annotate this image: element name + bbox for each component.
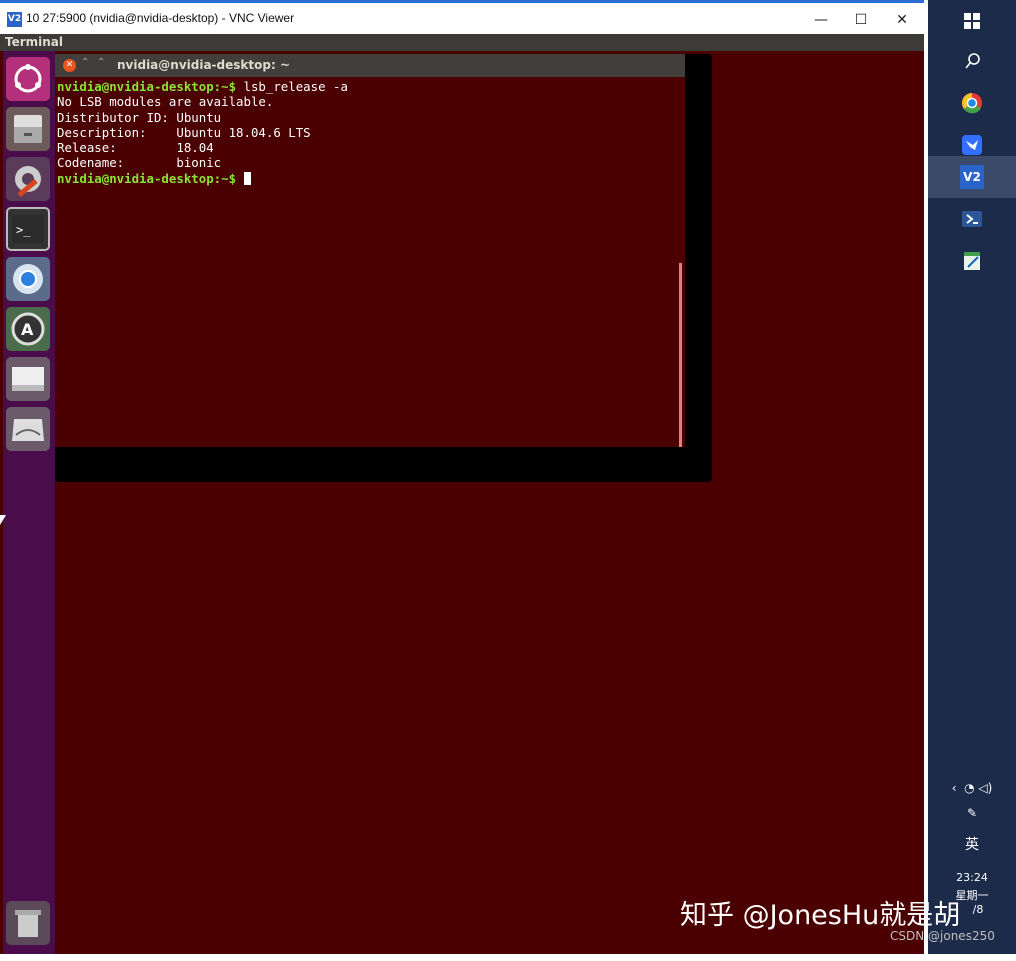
- output-text: Codename: bionic: [57, 155, 222, 171]
- prompt: nvidia@nvidia-desktop:~$: [57, 170, 237, 186]
- ubuntu-launcher: >_ A: [3, 51, 56, 954]
- output-text: Description: Ubuntu 18.04.6 LTS: [57, 124, 311, 140]
- windows-logo-icon: [964, 13, 980, 29]
- input-language-indicator[interactable]: 英: [928, 834, 1016, 854]
- terminal-line: Description: Ubuntu 18.04.6 LTS: [57, 125, 348, 140]
- terminal-window[interactable]: ✕ ⌃ ⌃ nvidia@nvidia-desktop: ~ nvidia@nv…: [55, 54, 685, 447]
- svg-text:A: A: [21, 320, 34, 339]
- prompt: nvidia@nvidia-desktop:~$: [57, 79, 237, 94]
- terminal-line: Release: 18.04: [57, 140, 348, 155]
- chrome-icon: [962, 93, 982, 114]
- terminal-line: nvidia@nvidia-desktop:~$: [57, 171, 348, 186]
- active-app-name: Terminal: [5, 35, 64, 49]
- files-icon[interactable]: [6, 107, 50, 151]
- windows-start-button[interactable]: [928, 0, 1016, 42]
- system-tray-icons[interactable]: ‹ ◔ ◁): [928, 781, 1016, 795]
- disk-drive-icon[interactable]: [6, 407, 50, 451]
- output-text: No LSB modules are available.: [57, 94, 274, 110]
- chrome-taskbar-button[interactable]: [928, 82, 1016, 124]
- powershell-icon: [962, 211, 982, 227]
- terminal-icon[interactable]: >_: [6, 207, 50, 251]
- search-icon: [965, 53, 980, 69]
- zhihu-watermark: 知乎 @JonesHu就是胡: [680, 900, 961, 931]
- vnc-viewer-taskbar-button[interactable]: V2: [928, 156, 1016, 198]
- svg-text:>_: >_: [16, 223, 31, 237]
- terminal-line: Codename: bionic: [57, 155, 348, 170]
- output-text: Distributor ID: Ubuntu: [57, 109, 222, 125]
- close-button[interactable]: ✕: [887, 9, 917, 31]
- vnc-icon: V2: [960, 165, 984, 189]
- mouse-pointer-icon: [0, 515, 6, 525]
- command-text: [236, 171, 243, 186]
- search-button[interactable]: [928, 40, 1016, 82]
- chromium-icon[interactable]: [6, 257, 50, 301]
- notepad-icon: [964, 252, 980, 270]
- terminal-title: nvidia@nvidia-desktop: ~: [117, 58, 290, 72]
- terminal-line: Distributor ID: Ubuntu: [57, 110, 348, 125]
- feishu-icon: [962, 135, 982, 155]
- trash-icon[interactable]: [6, 901, 50, 945]
- terminal-titlebar[interactable]: ✕ ⌃ ⌃ nvidia@nvidia-desktop: ~: [55, 54, 685, 77]
- terminal-maximize-button[interactable]: ⌃: [97, 57, 105, 68]
- windows-taskbar: V2 ‹ ◔ ◁) ✎ 英 23:24 星期一 /8: [928, 0, 1016, 954]
- terminal-line: No LSB modules are available.: [57, 94, 348, 109]
- vnc-window-title: 10 27:5900 (nvidia@nvidia-desktop) - VNC…: [26, 11, 295, 25]
- ubuntu-dash-icon[interactable]: [6, 57, 50, 101]
- terminal-line: nvidia@nvidia-desktop:~$ lsb_release -a: [57, 79, 348, 94]
- terminal-scrollbar[interactable]: [679, 263, 682, 447]
- maximize-button[interactable]: ☐: [846, 9, 876, 31]
- remote-ubuntu-desktop[interactable]: Terminal >_ A ✕ ⌃ ⌃ nvidia@nvidia-deskto…: [0, 34, 924, 954]
- vnc-viewer-window: V2 10 27:5900 (nvidia@nvidia-desktop) - …: [0, 0, 924, 954]
- minimize-button[interactable]: —: [806, 9, 836, 31]
- removable-drive-icon[interactable]: [6, 357, 50, 401]
- terminal-close-button[interactable]: ✕: [63, 59, 76, 72]
- vnc-titlebar[interactable]: V2 10 27:5900 (nvidia@nvidia-desktop) - …: [0, 0, 924, 34]
- terminal-minimize-button[interactable]: ⌃: [81, 57, 89, 68]
- powershell-taskbar-button[interactable]: [928, 198, 1016, 240]
- output-text: Release: 18.04: [57, 140, 214, 156]
- notepad-taskbar-button[interactable]: [928, 240, 1016, 282]
- csdn-watermark: CSDN @jones250: [890, 929, 995, 943]
- software-updater-icon[interactable]: A: [6, 307, 50, 351]
- command-text: lsb_release -a: [236, 79, 348, 94]
- terminal-output[interactable]: nvidia@nvidia-desktop:~$ lsb_release -a …: [57, 79, 348, 186]
- ubuntu-top-bar: Terminal: [0, 34, 924, 51]
- vnc-app-icon: V2: [7, 12, 22, 27]
- text-cursor: [243, 171, 251, 185]
- system-settings-icon[interactable]: [6, 157, 50, 201]
- pen-icon[interactable]: ✎: [928, 806, 1016, 820]
- clock-time[interactable]: 23:24: [928, 871, 1016, 884]
